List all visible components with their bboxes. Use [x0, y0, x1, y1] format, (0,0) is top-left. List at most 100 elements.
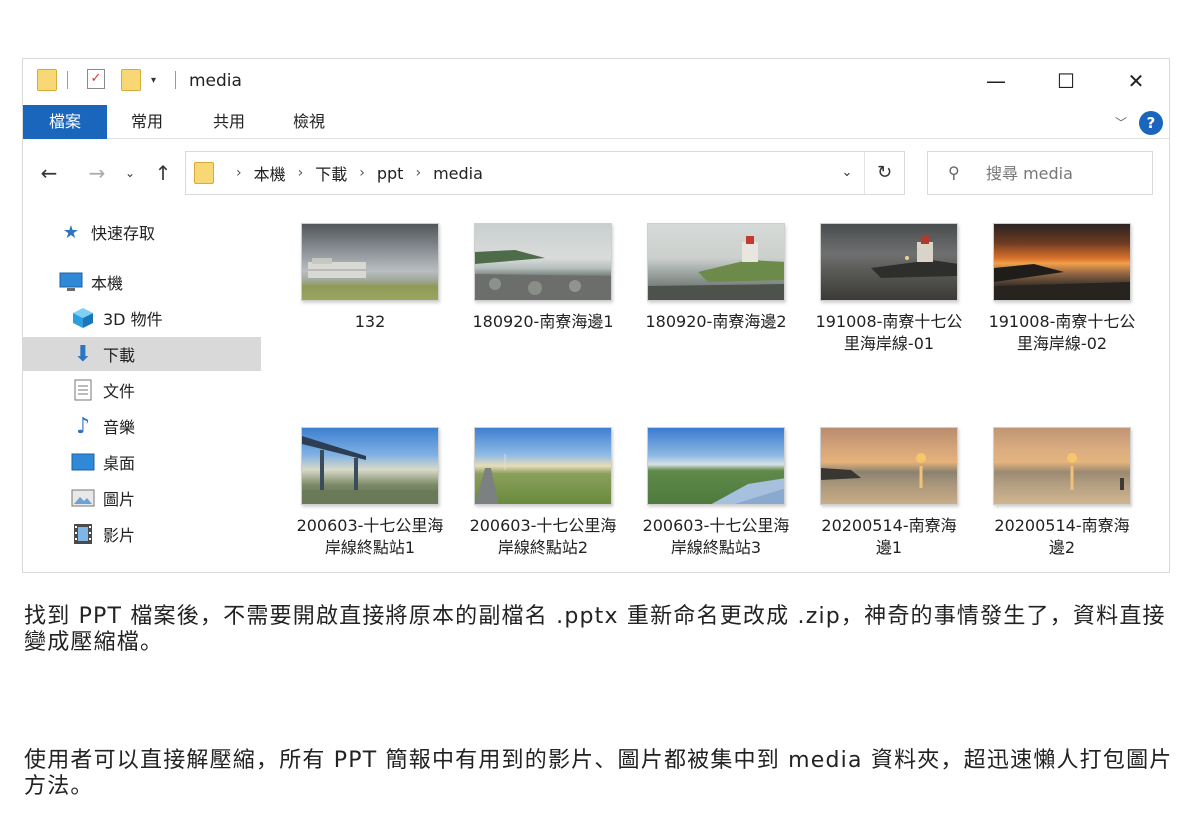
sidebar-item-label: 快速存取 [91, 224, 156, 243]
image-thumbnail [647, 223, 785, 301]
image-thumbnail [301, 223, 439, 301]
help-icon[interactable]: ? [1139, 111, 1163, 135]
window-title: media [189, 71, 242, 91]
tab-view[interactable]: 檢視 [281, 105, 337, 139]
sidebar-item-label: 音樂 [103, 418, 136, 437]
image-thumbnail [474, 427, 612, 505]
file-item[interactable]: 180920-南寮海邊1 [468, 223, 618, 333]
toolbar-divider [175, 71, 176, 89]
toolbar-divider [67, 71, 68, 89]
videos-icon [71, 523, 95, 545]
sidebar-item-label: 影片 [103, 526, 136, 545]
sidebar-item-label: 下載 [103, 346, 136, 365]
breadcrumb-ppt[interactable]: ppt [377, 164, 404, 183]
search-box[interactable]: ⚲ [927, 151, 1153, 195]
customize-toolbar-chevron-icon[interactable]: ▾ [151, 69, 156, 93]
file-item[interactable]: 20200514-南寮海邊2 [987, 427, 1137, 559]
file-name: 200603-十七公里海岸線終點站2 [469, 516, 617, 557]
file-item[interactable]: 191008-南寮十七公里海岸線-01 [814, 223, 964, 355]
file-item[interactable]: 180920-南寮海邊2 [641, 223, 791, 333]
back-arrow-icon[interactable]: ← [33, 157, 65, 189]
image-thumbnail [301, 427, 439, 505]
file-grid: 132 180920-南寮海邊1 180920-南寮海邊2 191008-南寮十… [285, 199, 1169, 572]
navigation-bar: ← → ⌄ ↑ › 本機 › 下載 › ppt › media ⌄ ↻ ⚲ [23, 151, 1169, 195]
sidebar-item-desktop[interactable]: 桌面 [23, 445, 261, 479]
refresh-button[interactable]: ↻ [864, 152, 904, 194]
sidebar-item-this-pc[interactable]: 本機 [23, 265, 261, 299]
file-name: 191008-南寮十七公里海岸線-01 [815, 312, 963, 353]
sidebar-item-label: 桌面 [103, 454, 136, 473]
up-arrow-icon[interactable]: ↑ [147, 157, 179, 189]
file-item[interactable]: 200603-十七公里海岸線終點站2 [468, 427, 618, 559]
tab-share[interactable]: 共用 [201, 105, 257, 139]
navigation-pane: ★ 快速存取 本機 3D 物件 ⬇ 下載 文件 ♪ 音樂 桌面 圖片 影片 [23, 199, 263, 572]
article-paragraph: 找到 PPT 檔案後，不需要開啟直接將原本的副檔名 .pptx 重新命名更改成 … [24, 604, 1166, 655]
breadcrumb-media[interactable]: media [433, 164, 483, 183]
file-explorer-window: ✓ ▾ media — ☐ ✕ 檔案 常用 共用 檢視 ﹀ ? ← → ⌄ ↑ … [22, 58, 1170, 573]
file-item[interactable]: 200603-十七公里海岸線終點站3 [641, 427, 791, 559]
minimize-button[interactable]: — [961, 59, 1031, 103]
file-name: 180920-南寮海邊2 [645, 312, 787, 331]
properties-icon[interactable]: ✓ [87, 69, 105, 89]
sidebar-item-label: 本機 [91, 274, 124, 293]
breadcrumb: › 本機 › 下載 › ppt › media [224, 152, 483, 194]
sidebar-item-label: 圖片 [103, 490, 136, 509]
search-input[interactable] [986, 158, 1146, 188]
star-icon: ★ [62, 221, 80, 243]
desktop-icon [71, 451, 95, 473]
sidebar-item-quick-access[interactable]: ★ 快速存取 [23, 215, 261, 249]
chevron-right-icon[interactable]: › [415, 165, 421, 181]
file-name: 20200514-南寮海邊1 [821, 516, 957, 557]
expand-ribbon-chevron-icon[interactable]: ﹀ [1115, 113, 1127, 133]
file-item[interactable]: 191008-南寮十七公里海岸線-02 [987, 223, 1137, 355]
image-thumbnail [993, 223, 1131, 301]
chevron-right-icon[interactable]: › [359, 165, 365, 181]
folder-icon [194, 162, 214, 184]
sidebar-item-music[interactable]: ♪ 音樂 [23, 409, 261, 443]
file-name: 20200514-南寮海邊2 [994, 516, 1130, 557]
image-thumbnail [820, 223, 958, 301]
sidebar-item-3d-objects[interactable]: 3D 物件 [23, 301, 261, 335]
breadcrumb-downloads[interactable]: 下載 [315, 161, 347, 185]
recent-locations-chevron-icon[interactable]: ⌄ [119, 157, 141, 189]
file-name: 180920-南寮海邊1 [472, 312, 614, 331]
sidebar-item-documents[interactable]: 文件 [23, 373, 261, 407]
article-paragraph: 使用者可以直接解壓縮，所有 PPT 簡報中有用到的影片、圖片都被集中到 medi… [24, 748, 1173, 799]
image-thumbnail [474, 223, 612, 301]
sidebar-item-videos[interactable]: 影片 [23, 517, 261, 551]
tab-file[interactable]: 檔案 [23, 105, 107, 139]
sidebar-item-label: 3D 物件 [103, 310, 163, 329]
breadcrumb-this-pc[interactable]: 本機 [254, 161, 286, 185]
chevron-right-icon[interactable]: › [298, 165, 304, 181]
forward-arrow-icon[interactable]: → [81, 157, 113, 189]
pictures-icon [71, 487, 95, 509]
download-icon: ⬇ [73, 341, 93, 367]
tab-home[interactable]: 常用 [119, 105, 175, 139]
file-item[interactable]: 132 [295, 223, 445, 333]
maximize-button[interactable]: ☐ [1031, 59, 1101, 103]
file-name: 200603-十七公里海岸線終點站1 [296, 516, 444, 557]
image-thumbnail [820, 427, 958, 505]
close-button[interactable]: ✕ [1101, 59, 1169, 103]
file-name: 200603-十七公里海岸線終點站3 [642, 516, 790, 557]
sidebar-item-label: 文件 [103, 382, 136, 401]
document-icon [71, 379, 95, 401]
file-item[interactable]: 200603-十七公里海岸線終點站1 [295, 427, 445, 559]
computer-icon [59, 271, 83, 293]
image-thumbnail [647, 427, 785, 505]
search-icon: ⚲ [948, 163, 960, 182]
title-bar: ✓ ▾ media — ☐ ✕ [23, 59, 1169, 103]
sidebar-item-pictures[interactable]: 圖片 [23, 481, 261, 515]
music-icon: ♪ [75, 413, 91, 439]
file-name: 191008-南寮十七公里海岸線-02 [988, 312, 1136, 353]
ribbon-tabs: 檔案 常用 共用 檢視 ﹀ [23, 105, 1169, 139]
chevron-right-icon[interactable]: › [236, 165, 242, 181]
cube-icon [71, 307, 95, 329]
address-bar[interactable]: › 本機 › 下載 › ppt › media ⌄ ↻ [185, 151, 905, 195]
address-dropdown-chevron-icon[interactable]: ⌄ [832, 152, 862, 194]
folder-icon[interactable] [37, 69, 57, 91]
file-item[interactable]: 20200514-南寮海邊1 [814, 427, 964, 559]
new-folder-icon[interactable] [121, 69, 141, 91]
file-name: 132 [354, 312, 386, 331]
sidebar-item-downloads[interactable]: ⬇ 下載 [23, 337, 261, 371]
